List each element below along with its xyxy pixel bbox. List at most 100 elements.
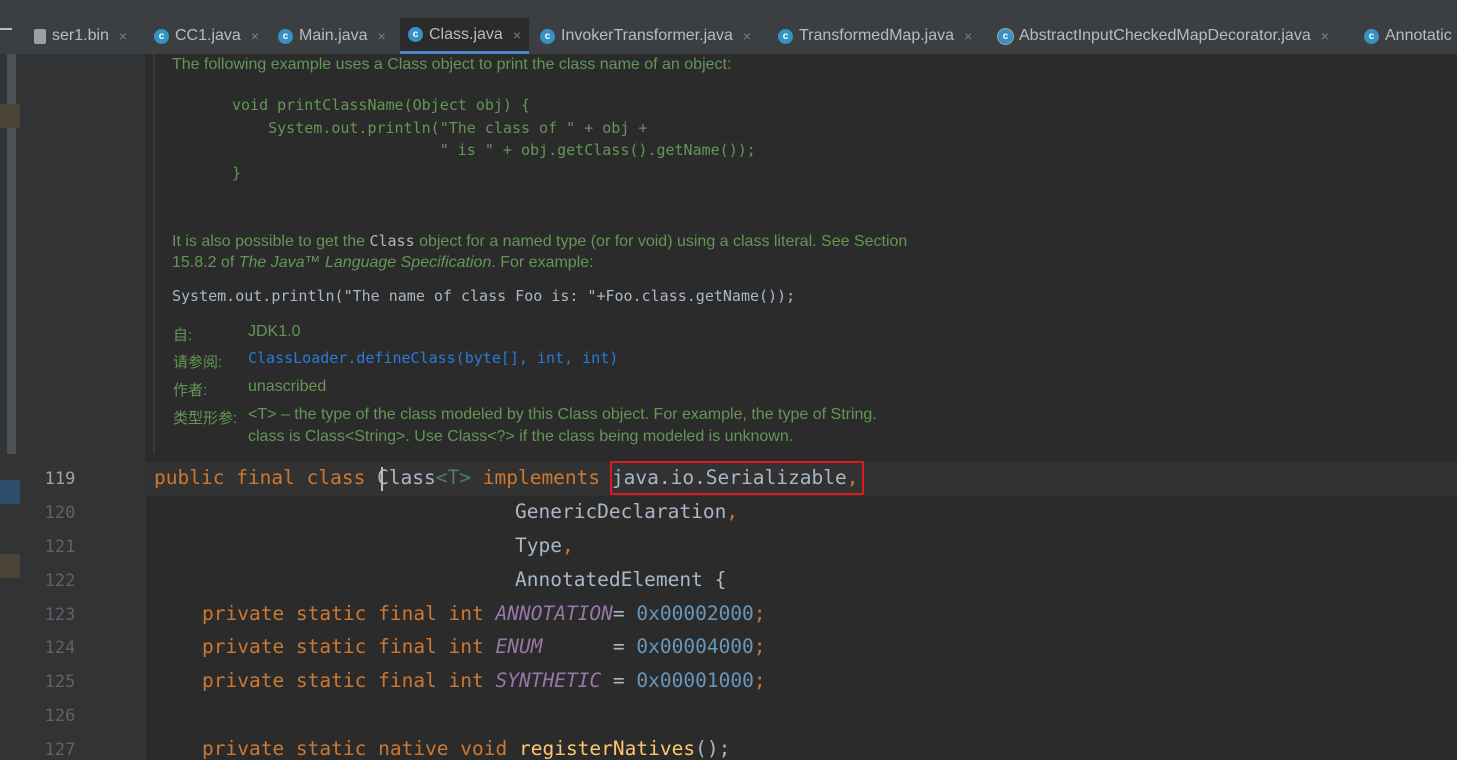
- close-icon[interactable]: ×: [513, 27, 521, 43]
- method-name: registerNatives: [518, 737, 696, 760]
- line-number: 125: [44, 672, 76, 692]
- para-text: It is also possible to get the: [172, 233, 365, 250]
- class-icon: c: [1364, 28, 1379, 44]
- tab-label: TransformedMap.java: [799, 27, 955, 44]
- typeparam-line: class is Class<String>. Use Class<?> if …: [248, 428, 794, 445]
- code-line-120[interactable]: GenericDeclaration,: [515, 500, 738, 523]
- since-label: 自:: [173, 327, 193, 344]
- tab-scroll-left-icon[interactable]: [0, 28, 12, 30]
- line-number: 121: [44, 537, 76, 557]
- tab-class-java[interactable]: c Class.java ×: [400, 18, 529, 54]
- javadoc-example: System.out.println("The name of class Fo…: [172, 287, 796, 305]
- keyword: public final class: [154, 466, 378, 489]
- close-icon[interactable]: ×: [119, 28, 127, 44]
- code-line-122[interactable]: AnnotatedElement {: [515, 568, 726, 591]
- code-line-121[interactable]: Type,: [515, 534, 574, 557]
- line-number: 123: [44, 605, 76, 625]
- tab-label: AbstractInputCheckedMapDecorator.java: [1019, 27, 1311, 44]
- para-text: . For example:: [491, 254, 594, 271]
- javadoc-code-line: " is " + obj.getClass().getName());: [232, 141, 756, 159]
- punctuation: ();: [695, 737, 731, 760]
- tab-invokertransformer-java[interactable]: c InvokerTransformer.java ×: [540, 18, 751, 54]
- inline-code: Class: [369, 232, 415, 250]
- author-value: unascribed: [248, 378, 327, 395]
- number-literal: 0x00004000: [636, 635, 754, 658]
- class-name: Class: [377, 466, 436, 489]
- code-line-127[interactable]: private static native void registerNativ…: [202, 737, 730, 760]
- keyword: private static final int: [202, 669, 496, 692]
- semicolon: ;: [753, 635, 766, 658]
- class-icon: c: [408, 27, 423, 42]
- class-icon: c: [278, 28, 293, 44]
- class-icon: c: [154, 28, 169, 44]
- tab-annotation-java[interactable]: c Annotatic: [1364, 18, 1452, 54]
- close-icon[interactable]: ×: [377, 28, 385, 44]
- line-number: 119: [44, 469, 76, 489]
- tab-cc1-java[interactable]: c CC1.java ×: [154, 18, 259, 54]
- interface-name: AnnotatedElement {: [515, 568, 727, 591]
- tab-ser1-bin[interactable]: ser1.bin ×: [34, 18, 127, 54]
- file-icon: [34, 28, 46, 44]
- constant-name: ENUM: [495, 635, 543, 658]
- bookmark-marker: [0, 554, 20, 578]
- javadoc-intro: The following example uses a Class objec…: [172, 56, 732, 73]
- since-value: JDK1.0: [248, 323, 301, 340]
- code-line-123[interactable]: private static final int ANNOTATION= 0x0…: [202, 602, 766, 625]
- tab-abstractinputcheckedmapdecorator-java[interactable]: c AbstractInputCheckedMapDecorator.java …: [998, 18, 1329, 54]
- annotation-highlight-box: [610, 461, 864, 495]
- interface-name: GenericDeclaration: [515, 500, 727, 523]
- see-link[interactable]: ClassLoader.defineClass(byte[], int, int…: [248, 349, 618, 367]
- interface-name: Type: [515, 534, 562, 557]
- editor-tab-bar: 17 ser1.bin × c CC1.java × c Main.java ×…: [0, 0, 1457, 55]
- tab-main-java[interactable]: c Main.java ×: [278, 18, 386, 54]
- tab-label: Annotatic: [1385, 27, 1452, 44]
- rendered-javadoc: The following example uses a Class objec…: [145, 54, 1457, 464]
- jls-title: The Java™ Language Specification: [238, 254, 492, 271]
- author-label: 作者:: [173, 382, 208, 399]
- tab-transformedmap-java[interactable]: c TransformedMap.java ×: [778, 18, 972, 54]
- number-literal: 0x00002000: [636, 602, 754, 625]
- operator: =: [612, 602, 637, 625]
- comma: ,: [726, 500, 739, 523]
- javadoc-paragraph: It is also possible to get the Class obj…: [172, 232, 907, 251]
- typeparam-line: <T> – the type of the class modeled by t…: [248, 406, 877, 423]
- see-link-wrap: ClassLoader.defineClass(byte[], int, int…: [248, 349, 618, 368]
- abstract-class-icon: c: [998, 28, 1013, 44]
- para-text: object for a named type (or for void) us…: [419, 233, 908, 250]
- line-number: 122: [44, 571, 76, 591]
- code-line-125[interactable]: private static final int SYNTHETIC = 0x0…: [202, 669, 766, 692]
- javadoc-code-line: void printClassName(Object obj) {: [232, 96, 531, 114]
- class-icon: c: [778, 28, 793, 44]
- line-number: 124: [44, 638, 76, 658]
- tab-label: Main.java: [299, 27, 368, 44]
- operator: =: [601, 669, 637, 692]
- keyword: implements: [471, 466, 612, 489]
- javadoc-bar: [153, 54, 155, 454]
- tab-label: InvokerTransformer.java: [561, 27, 733, 44]
- current-line-marker: [0, 480, 20, 504]
- close-icon[interactable]: ×: [743, 28, 751, 44]
- class-icon: c: [540, 28, 555, 44]
- tab-label: Class.java: [429, 25, 503, 43]
- code-line-124[interactable]: private static final int ENUM = 0x000040…: [202, 635, 766, 658]
- semicolon: ;: [753, 602, 766, 625]
- tab-label: ser1.bin: [52, 27, 109, 44]
- line-number: 120: [44, 503, 76, 523]
- close-icon[interactable]: ×: [1321, 28, 1329, 44]
- semicolon: ;: [753, 669, 766, 692]
- constant-name: ANNOTATION: [495, 602, 613, 625]
- tab-label: CC1.java: [175, 27, 241, 44]
- line-number: 126: [44, 706, 76, 726]
- close-icon[interactable]: ×: [251, 28, 259, 44]
- close-icon[interactable]: ×: [964, 28, 972, 44]
- javadoc-code-line: System.out.println("The class of " + obj…: [232, 118, 648, 137]
- line-number: 127: [44, 740, 76, 760]
- text-caret: [381, 467, 383, 491]
- comma: ,: [561, 534, 574, 557]
- keyword: private static final int: [202, 635, 496, 658]
- left-tool-strip: [0, 54, 20, 760]
- javadoc-code-line: }: [232, 163, 242, 182]
- typeparam-label: 类型形参:: [173, 410, 238, 427]
- para-text: 15.8.2 of: [172, 254, 235, 271]
- type-param: <T>: [435, 466, 471, 489]
